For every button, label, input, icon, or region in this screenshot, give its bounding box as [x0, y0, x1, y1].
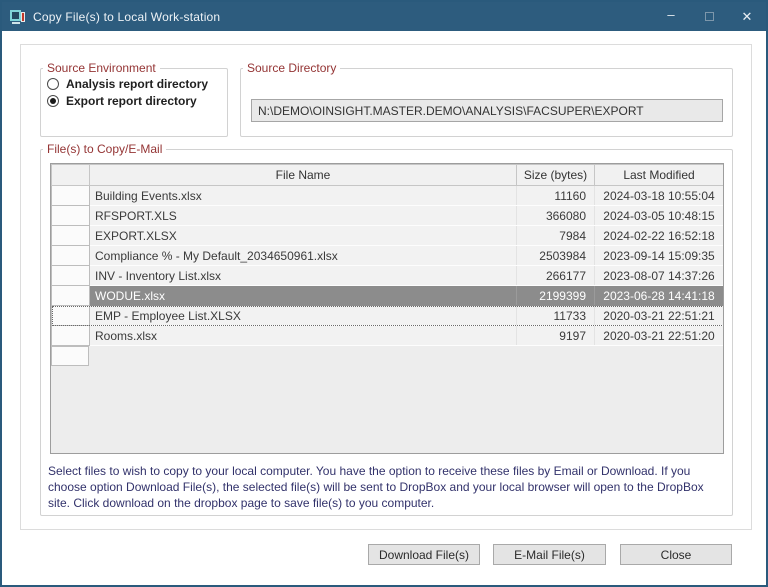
file-size-cell[interactable]: 11733 [516, 305, 595, 326]
row-selector[interactable] [51, 325, 90, 346]
source-directory-group: Source Directory N:\DEMO\OINSIGHT.MASTER… [240, 61, 733, 137]
file-modified-cell[interactable]: 2023-08-07 14:37:26 [594, 265, 723, 286]
source-environment-group: Source Environment Analysis report direc… [40, 61, 228, 137]
file-name-cell[interactable]: RFSPORT.XLS [89, 205, 517, 226]
radio-icon [47, 95, 59, 107]
file-name-cell[interactable]: EMP - Employee List.XLSX [89, 305, 517, 326]
app-icon [10, 9, 26, 24]
radio-analysis-report-directory[interactable]: Analysis report directory [47, 77, 227, 91]
row-selector[interactable] [51, 205, 90, 226]
file-table-row[interactable]: EMP - Employee List.XLSX 11733 2020-03-2… [51, 305, 723, 326]
email-files-button[interactable]: E-Mail File(s) [493, 544, 606, 565]
row-selector[interactable] [51, 265, 90, 286]
file-table: File Name Size (bytes) Last Modified Bui… [50, 163, 724, 454]
file-table-header-row: File Name Size (bytes) Last Modified [51, 164, 723, 186]
file-table-body: Building Events.xlsx 11160 2024-03-18 10… [51, 185, 723, 346]
file-name-cell[interactable]: Compliance % - My Default_2034650961.xls… [89, 245, 517, 266]
row-selector[interactable] [51, 245, 90, 266]
file-name-cell[interactable]: INV - Inventory List.xlsx [89, 265, 517, 286]
column-header-size[interactable]: Size (bytes) [516, 164, 595, 186]
file-size-cell[interactable]: 11160 [516, 185, 595, 206]
file-size-cell[interactable]: 7984 [516, 225, 595, 246]
maximize-button[interactable] [690, 2, 728, 31]
file-size-cell[interactable]: 266177 [516, 265, 595, 286]
file-modified-cell[interactable]: 2023-09-14 15:09:35 [594, 245, 723, 266]
source-directory-label: Source Directory [247, 61, 337, 75]
source-directory-field[interactable]: N:\DEMO\OINSIGHT.MASTER.DEMO\ANALYSIS\FA… [251, 99, 723, 122]
instruction-text: Select files to wish to copy to your loc… [48, 464, 704, 510]
window-title: Copy File(s) to Local Work-station [33, 9, 221, 24]
file-name-cell[interactable]: WODUE.xlsx [89, 285, 517, 306]
file-size-cell[interactable]: 366080 [516, 205, 595, 226]
close-icon: ✕ [741, 8, 753, 24]
row-selector[interactable] [51, 285, 90, 306]
minimize-icon: – [667, 7, 675, 22]
minimize-button[interactable]: – [652, 2, 690, 31]
new-row-selector[interactable] [51, 346, 89, 366]
file-modified-cell[interactable]: 2023-06-28 14:41:18 [594, 285, 723, 306]
file-table-row[interactable]: INV - Inventory List.xlsx 266177 2023-08… [51, 265, 723, 286]
file-table-row[interactable]: WODUE.xlsx 2199399 2023-06-28 14:41:18 [51, 285, 723, 306]
close-dialog-button[interactable]: Close [620, 544, 732, 565]
title-bar: Copy File(s) to Local Work-station – ✕ [2, 2, 766, 31]
close-button[interactable]: ✕ [728, 2, 766, 31]
row-selector[interactable] [51, 305, 90, 326]
file-modified-cell[interactable]: 2024-03-18 10:55:04 [594, 185, 723, 206]
file-table-row[interactable]: RFSPORT.XLS 366080 2024-03-05 10:48:15 [51, 205, 723, 226]
file-size-cell[interactable]: 2503984 [516, 245, 595, 266]
file-name-cell[interactable]: Building Events.xlsx [89, 185, 517, 206]
file-table-row[interactable]: EXPORT.XLSX 7984 2024-02-22 16:52:18 [51, 225, 723, 246]
file-size-cell[interactable]: 2199399 [516, 285, 595, 306]
radio-icon [47, 78, 59, 90]
files-group-label: File(s) to Copy/E-Mail [47, 142, 163, 156]
row-selector-header[interactable] [51, 164, 90, 186]
content-panel: Source Environment Analysis report direc… [20, 44, 752, 530]
column-header-file-name[interactable]: File Name [89, 164, 517, 186]
download-files-button[interactable]: Download File(s) [368, 544, 480, 565]
column-header-last-modified[interactable]: Last Modified [594, 164, 723, 186]
file-modified-cell[interactable]: 2020-03-21 22:51:20 [594, 325, 723, 346]
dialog-window: Copy File(s) to Local Work-station – ✕ S… [0, 0, 768, 587]
file-name-cell[interactable]: EXPORT.XLSX [89, 225, 517, 246]
file-name-cell[interactable]: Rooms.xlsx [89, 325, 517, 346]
source-environment-label: Source Environment [47, 61, 156, 75]
file-modified-cell[interactable]: 2024-03-05 10:48:15 [594, 205, 723, 226]
file-modified-cell[interactable]: 2024-02-22 16:52:18 [594, 225, 723, 246]
file-size-cell[interactable]: 9197 [516, 325, 595, 346]
row-selector[interactable] [51, 185, 90, 206]
radio-label: Analysis report directory [66, 77, 209, 91]
file-table-row[interactable]: Compliance % - My Default_2034650961.xls… [51, 245, 723, 266]
file-table-row[interactable]: Rooms.xlsx 9197 2020-03-21 22:51:20 [51, 325, 723, 346]
radio-label: Export report directory [66, 94, 197, 108]
row-selector[interactable] [51, 225, 90, 246]
files-group: File(s) to Copy/E-Mail File Name Size (b… [40, 142, 733, 516]
maximize-icon [704, 12, 714, 21]
file-table-row[interactable]: Building Events.xlsx 11160 2024-03-18 10… [51, 185, 723, 206]
file-modified-cell[interactable]: 2020-03-21 22:51:21 [594, 305, 723, 326]
radio-export-report-directory[interactable]: Export report directory [47, 94, 227, 108]
